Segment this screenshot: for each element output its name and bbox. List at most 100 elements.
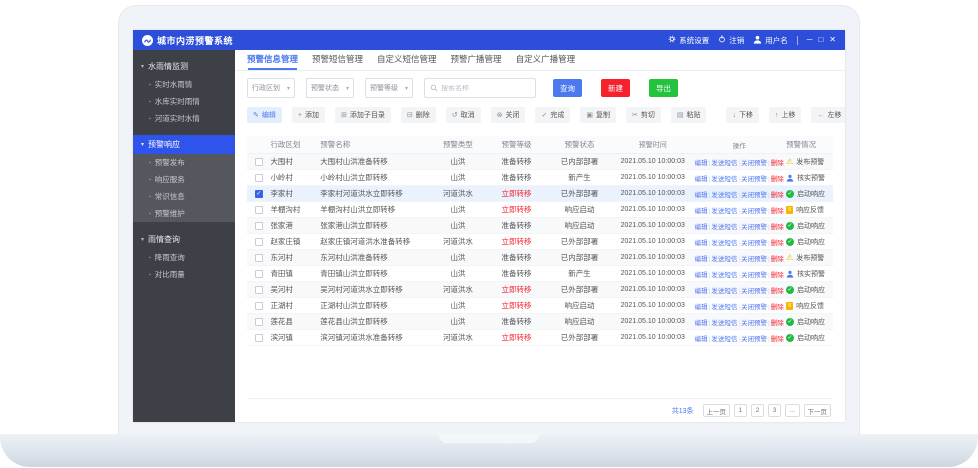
op-link[interactable]: 编辑 (695, 288, 708, 295)
user-menu[interactable]: 用户名 (753, 35, 788, 46)
op-link[interactable]: 关闭预警 (741, 224, 767, 231)
page-button[interactable]: … (785, 404, 800, 417)
table-row[interactable]: 吴河村吴河村河道洪水立即转移河道洪水立即转移已外部部署2021.05.10 10… (247, 282, 833, 298)
move-down-button[interactable]: ↓下移 (726, 107, 759, 123)
op-link[interactable]: 编辑 (695, 192, 708, 199)
op-link[interactable]: 编辑 (695, 176, 708, 183)
row-checkbox[interactable] (255, 174, 263, 182)
op-link[interactable]: 关闭预警 (741, 336, 767, 343)
op-link[interactable]: 删除 (771, 240, 784, 247)
tab-2[interactable]: 预警短信管理 (312, 53, 363, 70)
op-link[interactable]: 关闭预警 (741, 288, 767, 295)
sidebar-item[interactable]: ▪预警维护 (133, 205, 235, 222)
row-checkbox[interactable] (255, 302, 263, 310)
table-row[interactable]: 滨河镇滨河镇河道洪水准备转移河道洪水立即转移已外部部署2021.05.10 10… (247, 330, 833, 346)
op-link[interactable]: 删除 (771, 272, 784, 279)
copy-button[interactable]: ▣复制 (580, 107, 616, 123)
page-button[interactable]: 1 (734, 404, 747, 417)
table-row[interactable]: 正湖村正湖村山洪立即转移山洪立即转移响应启动2021.05.10 10:00:0… (247, 298, 833, 314)
op-link[interactable]: 编辑 (695, 320, 708, 327)
query-button[interactable]: 查询 (553, 79, 582, 97)
tab-4[interactable]: 预警广播管理 (451, 53, 502, 70)
row-checkbox[interactable]: ✓ (255, 190, 263, 198)
export-button[interactable]: 导出 (649, 79, 678, 97)
op-link[interactable]: 删除 (771, 224, 784, 231)
create-button[interactable]: 新建 (601, 79, 630, 97)
op-link[interactable]: 关闭预警 (741, 176, 767, 183)
row-checkbox[interactable] (255, 286, 263, 294)
tab-1[interactable]: 预警信息管理 (247, 53, 298, 70)
page-button[interactable]: 2 (751, 404, 764, 417)
op-link[interactable]: 关闭预警 (741, 272, 767, 279)
row-checkbox[interactable] (255, 334, 263, 342)
sidebar-group-header[interactable]: ▾雨情查询 (133, 230, 235, 249)
logout-button[interactable]: 注销 (718, 35, 744, 46)
add-button[interactable]: +添加 (292, 107, 325, 123)
delete-button[interactable]: ⊟删除 (401, 107, 436, 123)
op-link[interactable]: 关闭预警 (741, 160, 767, 167)
table-row[interactable]: 青田镇青田镇山洪立即转移山洪准备转移新产生2021.05.10 10:00:03… (247, 266, 833, 282)
sidebar-item[interactable]: ▪响应服务 (133, 171, 235, 188)
op-link[interactable]: 删除 (771, 176, 784, 183)
op-link[interactable]: 发送短信 (711, 160, 737, 167)
next-page-button[interactable]: 下一页 (804, 404, 832, 417)
op-link[interactable]: 删除 (771, 320, 784, 327)
table-row[interactable]: ✓李家村李家村河道洪水立即转移河道洪水立即转移已外部部署2021.05.10 1… (247, 186, 833, 202)
filter-select[interactable]: 行政区划▾ (247, 78, 295, 98)
op-link[interactable]: 关闭预警 (741, 304, 767, 311)
sidebar-group-header[interactable]: ▾预警响应 (133, 135, 235, 154)
sidebar-group-header[interactable]: ▾水雨情监测 (133, 57, 235, 76)
op-link[interactable]: 编辑 (695, 160, 708, 167)
table-row[interactable]: 赵家庄镇赵家庄镇河道洪水准备转移河道洪水立即转移已外部部署2021.05.10 … (247, 234, 833, 250)
paste-button[interactable]: ▤粘贴 (671, 107, 707, 123)
op-link[interactable]: 发送短信 (711, 224, 737, 231)
close-circle-button[interactable]: ⊗关闭 (491, 107, 526, 123)
table-row[interactable]: 莲花县莲花县山洪立即转移山洪准备转移响应启动2021.05.10 10:00:0… (247, 314, 833, 330)
sidebar-item[interactable]: ▪河道实时水情 (133, 110, 235, 127)
row-checkbox[interactable] (255, 206, 263, 214)
table-row[interactable]: 大囤村大囤村山洪准备转移山洪准备转移已内部部署2021.05.10 10:00:… (247, 154, 833, 170)
op-link[interactable]: 编辑 (695, 208, 708, 215)
op-link[interactable]: 删除 (771, 192, 784, 199)
op-link[interactable]: 删除 (771, 208, 784, 215)
op-link[interactable]: 关闭预警 (741, 320, 767, 327)
maximize-button[interactable]: □ (818, 36, 823, 44)
op-link[interactable]: 发送短信 (711, 320, 737, 327)
row-checkbox[interactable] (255, 318, 263, 326)
sidebar-item[interactable]: ▪水库实时雨情 (133, 93, 235, 110)
filter-select[interactable]: 预警等级▾ (365, 78, 413, 98)
move-left-button[interactable]: ←左移 (811, 107, 845, 123)
cancel-button[interactable]: ↺取消 (446, 107, 481, 123)
row-checkbox[interactable] (255, 222, 263, 230)
row-checkbox[interactable] (255, 158, 263, 166)
add-subdir-button[interactable]: ⊞添加子目录 (335, 107, 391, 123)
op-link[interactable]: 发送短信 (711, 256, 737, 263)
table-row[interactable]: 张家港张家港山洪立即转移山洪准备转移响应启动2021.05.10 10:00:0… (247, 218, 833, 234)
close-button[interactable]: ✕ (829, 36, 836, 44)
system-settings-button[interactable]: 系统设置 (668, 35, 709, 46)
table-row[interactable]: 东河村东河村山洪准备转移山洪准备转移已内部部署2021.05.10 10:00:… (247, 250, 833, 266)
cut-button[interactable]: ✂剪切 (626, 107, 661, 123)
tab-5[interactable]: 自定义广播管理 (516, 53, 576, 70)
row-checkbox[interactable] (255, 238, 263, 246)
op-link[interactable]: 编辑 (695, 224, 708, 231)
op-link[interactable]: 发送短信 (711, 336, 737, 343)
op-link[interactable]: 发送短信 (711, 208, 737, 215)
sidebar-item[interactable]: ▪预警发布 (133, 154, 235, 171)
search-input[interactable] (441, 85, 530, 92)
sidebar-item[interactable]: ▪实时水雨情 (133, 76, 235, 93)
row-checkbox[interactable] (255, 270, 263, 278)
sidebar-item[interactable]: ▪对比雨量 (133, 266, 235, 283)
table-row[interactable]: 羊棚沟村羊棚沟村山洪立即转移山洪立即转移响应启动2021.05.10 10:00… (247, 202, 833, 218)
filter-select[interactable]: 预警状态▾ (306, 78, 354, 98)
op-link[interactable]: 关闭预警 (741, 208, 767, 215)
row-checkbox[interactable] (255, 254, 263, 262)
op-link[interactable]: 发送短信 (711, 176, 737, 183)
op-link[interactable]: 删除 (771, 288, 784, 295)
op-link[interactable]: 发送短信 (711, 192, 737, 199)
move-up-button[interactable]: ↑上移 (769, 107, 802, 123)
prev-page-button[interactable]: 上一页 (703, 404, 731, 417)
op-link[interactable]: 编辑 (695, 256, 708, 263)
op-link[interactable]: 删除 (771, 336, 784, 343)
complete-button[interactable]: ✓完成 (535, 107, 570, 123)
